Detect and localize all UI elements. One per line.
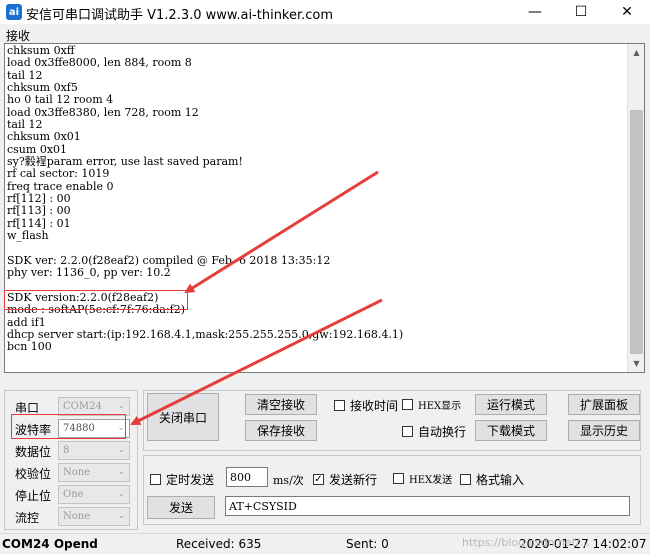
checkbox-box [402, 399, 413, 410]
checkbox-box: ✓ [313, 474, 324, 485]
hex-send-label: HEX发送 [409, 475, 453, 486]
parity-value: None [63, 467, 91, 478]
save-receive-button[interactable]: 保存接收 [245, 420, 317, 441]
expand-panel-button[interactable]: 扩展面板 [568, 394, 640, 415]
annotation-box-sdk-version [4, 290, 188, 310]
chevron-down-icon: ⌄ [117, 401, 125, 411]
show-history-button[interactable]: 显示历史 [568, 420, 640, 441]
checkbox-box [460, 474, 471, 485]
run-mode-button[interactable]: 运行模式 [475, 394, 547, 415]
interval-input[interactable]: 800 [226, 467, 268, 487]
receive-line: chksum 0x01 [7, 130, 81, 144]
timed-send-checkbox[interactable]: 定时发送 [150, 471, 214, 488]
checkbox-box [334, 400, 345, 411]
interval-unit-label: ms/次 [273, 474, 304, 487]
scroll-up-icon[interactable]: ▲ [628, 44, 644, 61]
chevron-down-icon: ⌄ [117, 489, 125, 499]
port-value: COM24 [63, 401, 102, 412]
receive-label: 接收 [6, 29, 31, 43]
watermark: https://blog.csdn.net/... [462, 536, 591, 549]
receive-line: freq trace enable 0 [7, 179, 114, 193]
receive-line: load 0x3ffe8380, len 728, room 12 [7, 105, 199, 119]
scroll-thumb[interactable] [630, 110, 643, 354]
status-sent: Sent: 0 [346, 537, 389, 551]
send-newline-checkbox[interactable]: ✓ 发送新行 [313, 471, 377, 488]
receive-line: rf cal sector: 1019 [7, 167, 110, 181]
flow-select[interactable]: None ⌄ [58, 507, 130, 526]
checkbox-box [150, 474, 161, 485]
hex-send-checkbox[interactable]: HEX发送 [393, 471, 452, 486]
close-port-button[interactable]: 关闭串口 [147, 393, 219, 441]
title-bar: ai 安信可串口调试助手 V1.2.3.0 www.ai-thinker.com… [0, 0, 650, 24]
parity-select[interactable]: None ⌄ [58, 463, 130, 482]
send-input[interactable]: AT+CSYSID [225, 496, 630, 516]
maximize-button[interactable]: ☐ [558, 0, 604, 24]
receive-line: tail 12 [7, 118, 43, 132]
chevron-down-icon: ⌄ [117, 511, 125, 521]
timed-send-label: 定时发送 [166, 473, 215, 487]
databits-select[interactable]: 8 ⌄ [58, 441, 130, 460]
scroll-down-icon[interactable]: ▼ [628, 355, 644, 372]
parity-label: 校验位 [15, 467, 52, 481]
receive-line: ho 0 tail 12 room 4 [7, 93, 114, 107]
window-title: 安信可串口调试助手 V1.2.3.0 www.ai-thinker.com [26, 8, 334, 23]
auto-wrap-label: 自动换行 [418, 425, 467, 439]
vertical-scrollbar[interactable]: ▲ ▼ [627, 44, 644, 372]
close-window-button[interactable]: ✕ [604, 0, 650, 24]
receive-line: bcn 100 [7, 340, 52, 354]
databits-value: 8 [63, 445, 70, 456]
stopbits-select[interactable]: One ⌄ [58, 485, 130, 504]
receive-line: tail 12 [7, 68, 43, 82]
recv-time-checkbox[interactable]: 接收时间 [334, 397, 398, 414]
status-received: Received: 635 [176, 537, 262, 551]
receive-line: rf[112] : 00 [7, 192, 71, 206]
receive-line: phy ver: 1136_0, pp ver: 10.2 [7, 266, 171, 280]
chevron-down-icon: ⌄ [117, 445, 125, 455]
receive-line: load 0x3ffe8000, len 884, room 8 [7, 56, 192, 70]
flow-value: None [63, 511, 91, 522]
recv-time-label: 接收时间 [350, 399, 399, 413]
receive-line [7, 243, 627, 255]
status-port: COM24 Opend [2, 537, 98, 551]
clear-receive-button[interactable]: 清空接收 [245, 394, 317, 415]
receive-line: rf[114] : 01 [7, 216, 71, 230]
format-input-label: 格式输入 [476, 473, 525, 487]
databits-label: 数据位 [15, 445, 52, 459]
checkbox-box [402, 426, 413, 437]
minimize-button[interactable]: — [512, 0, 558, 24]
receive-textarea[interactable]: chksum 0xff load 0x3ffe8000, len 884, roo… [4, 43, 645, 373]
receive-line: rf[113] : 00 [7, 204, 71, 218]
receive-line: dhcp server start:(ip:192.168.4.1,mask:2… [7, 327, 404, 341]
annotation-box-baud [11, 414, 126, 439]
flow-label: 流控 [15, 511, 40, 525]
checkbox-box [393, 473, 404, 484]
format-input-checkbox[interactable]: 格式输入 [460, 471, 524, 488]
stopbits-value: One [63, 489, 84, 500]
serial-settings-panel: 串口 COM24 ⌄ 波特率 74880 ⌄ 数据位 8 ⌄ 校验位 None ⌄ 停止… [4, 390, 138, 530]
auto-wrap-checkbox[interactable]: 自动换行 [402, 423, 466, 440]
stopbits-label: 停止位 [15, 489, 52, 503]
hex-display-checkbox[interactable]: HEX显示 [402, 397, 461, 412]
app-logo-icon: ai [6, 4, 22, 20]
hex-display-label: HEX显示 [418, 401, 462, 412]
send-button[interactable]: 发送 [147, 496, 215, 519]
chevron-down-icon: ⌄ [117, 467, 125, 477]
download-mode-button[interactable]: 下载模式 [475, 420, 547, 441]
receive-line: w_flash [7, 229, 49, 243]
send-newline-label: 发送新行 [329, 473, 378, 487]
